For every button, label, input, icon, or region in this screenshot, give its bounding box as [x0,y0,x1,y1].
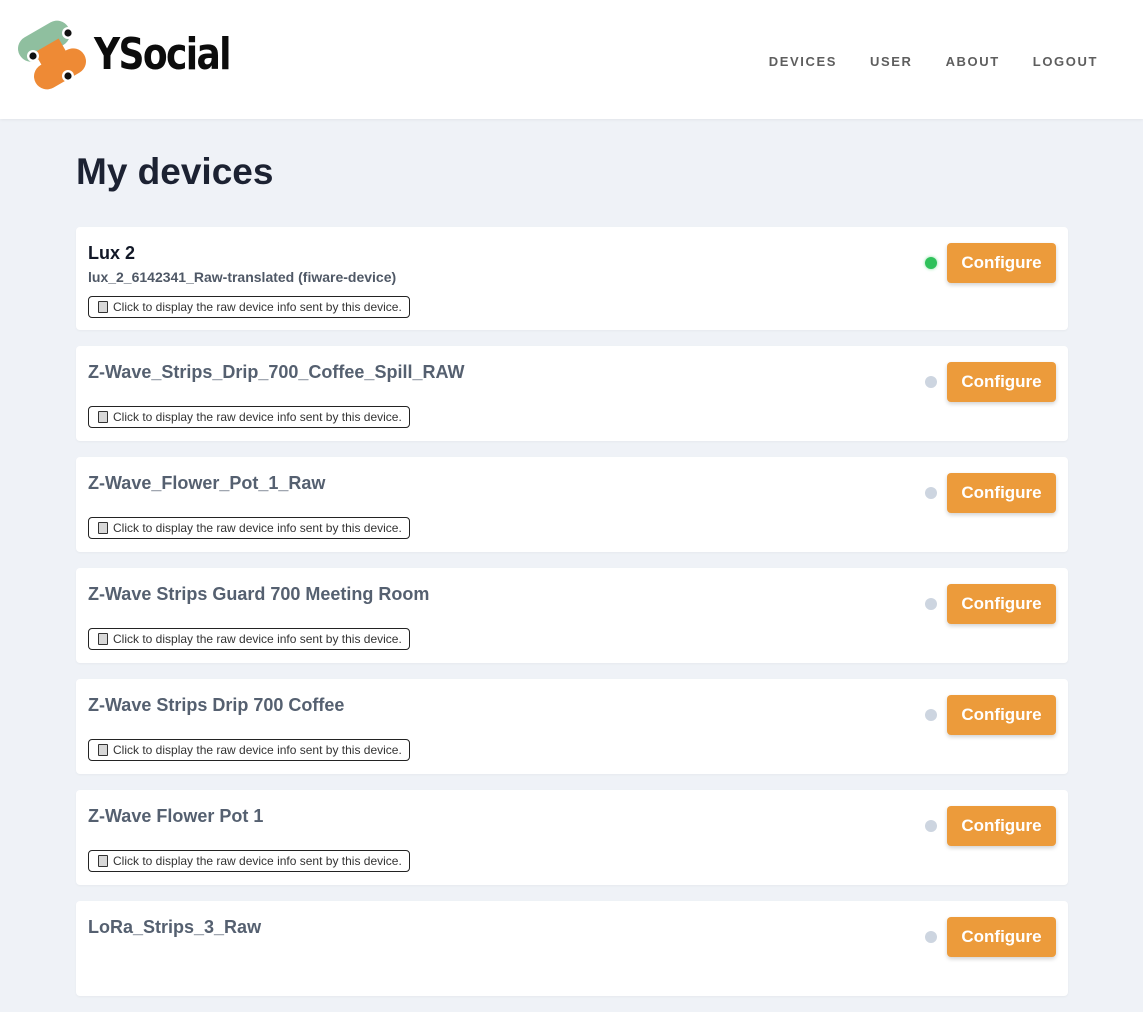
device-name: Z-Wave_Strips_Drip_700_Coffee_Spill_RAW [88,362,465,382]
status-indicator-offline [925,376,937,388]
raw-info-toggle[interactable]: Click to display the raw device info sen… [88,296,410,318]
status-indicator-offline [925,820,937,832]
document-icon [98,411,108,423]
status-indicator-offline [925,709,937,721]
raw-info-label: Click to display the raw device info sen… [113,632,402,646]
raw-info-toggle[interactable]: Click to display the raw device info sen… [88,628,410,650]
configure-button[interactable]: Configure [947,695,1056,735]
main-nav: DEVICES USER ABOUT LOGOUT [736,54,1098,69]
configure-button[interactable]: Configure [947,584,1056,624]
raw-info-label: Click to display the raw device info sen… [113,521,402,535]
raw-info-label: Click to display the raw device info sen… [113,300,402,314]
device-name: Z-Wave Strips Drip 700 Coffee [88,695,345,715]
chain-link-logo-icon [18,20,86,90]
configure-button[interactable]: Configure [947,806,1056,846]
device-name: Lux 2 [88,243,136,263]
raw-info-label: Click to display the raw device info sen… [113,854,402,868]
device-name: LoRa_Strips_3_Raw [88,917,262,937]
document-icon [98,855,108,867]
device-name: Z-Wave_Flower_Pot_1_Raw [88,473,326,493]
device-card: Lux 2 lux_2_6142341_Raw-translated (fiwa… [76,227,1068,330]
document-icon [98,301,108,313]
nav-devices[interactable]: DEVICES [769,54,837,69]
device-card: LoRa_Strips_3_Raw Configure [76,901,1068,996]
device-name: Z-Wave Flower Pot 1 [88,806,264,826]
brand-name: YSocial [94,29,232,80]
status-indicator-online [925,257,937,269]
device-name: Z-Wave Strips Guard 700 Meeting Room [88,584,430,604]
page-title: My devices [76,151,274,192]
device-list: Lux 2 lux_2_6142341_Raw-translated (fiwa… [76,227,1068,1012]
device-card: Z-Wave_Flower_Pot_1_Raw Click to display… [76,457,1068,552]
document-icon [98,522,108,534]
raw-info-toggle[interactable]: Click to display the raw device info sen… [88,850,410,872]
document-icon [98,744,108,756]
raw-info-toggle[interactable]: Click to display the raw device info sen… [88,739,410,761]
configure-button[interactable]: Configure [947,362,1056,402]
nav-user[interactable]: USER [870,54,913,69]
brand-logo[interactable]: YSocial [18,18,260,92]
status-indicator-offline [925,931,937,943]
status-indicator-offline [925,598,937,610]
device-card: Z-Wave Flower Pot 1 Click to display the… [76,790,1068,885]
raw-info-label: Click to display the raw device info sen… [113,410,402,424]
device-card: Z-Wave Strips Drip 700 Coffee Click to d… [76,679,1068,774]
raw-info-toggle[interactable]: Click to display the raw device info sen… [88,406,410,428]
raw-info-label: Click to display the raw device info sen… [113,743,402,757]
raw-info-toggle[interactable]: Click to display the raw device info sen… [88,517,410,539]
configure-button[interactable]: Configure [947,473,1056,513]
device-id: lux_2_6142341_Raw-translated (fiware-dev… [88,269,397,285]
configure-button[interactable]: Configure [947,243,1056,283]
status-indicator-offline [925,487,937,499]
configure-button[interactable]: Configure [947,917,1056,957]
document-icon [98,633,108,645]
nav-logout[interactable]: LOGOUT [1033,54,1098,69]
device-card: Z-Wave Strips Guard 700 Meeting Room Cli… [76,568,1068,663]
top-navbar: YSocial DEVICES USER ABOUT LOGOUT [0,0,1143,119]
device-card: Z-Wave_Strips_Drip_700_Coffee_Spill_RAW … [76,346,1068,441]
nav-about[interactable]: ABOUT [946,54,1000,69]
